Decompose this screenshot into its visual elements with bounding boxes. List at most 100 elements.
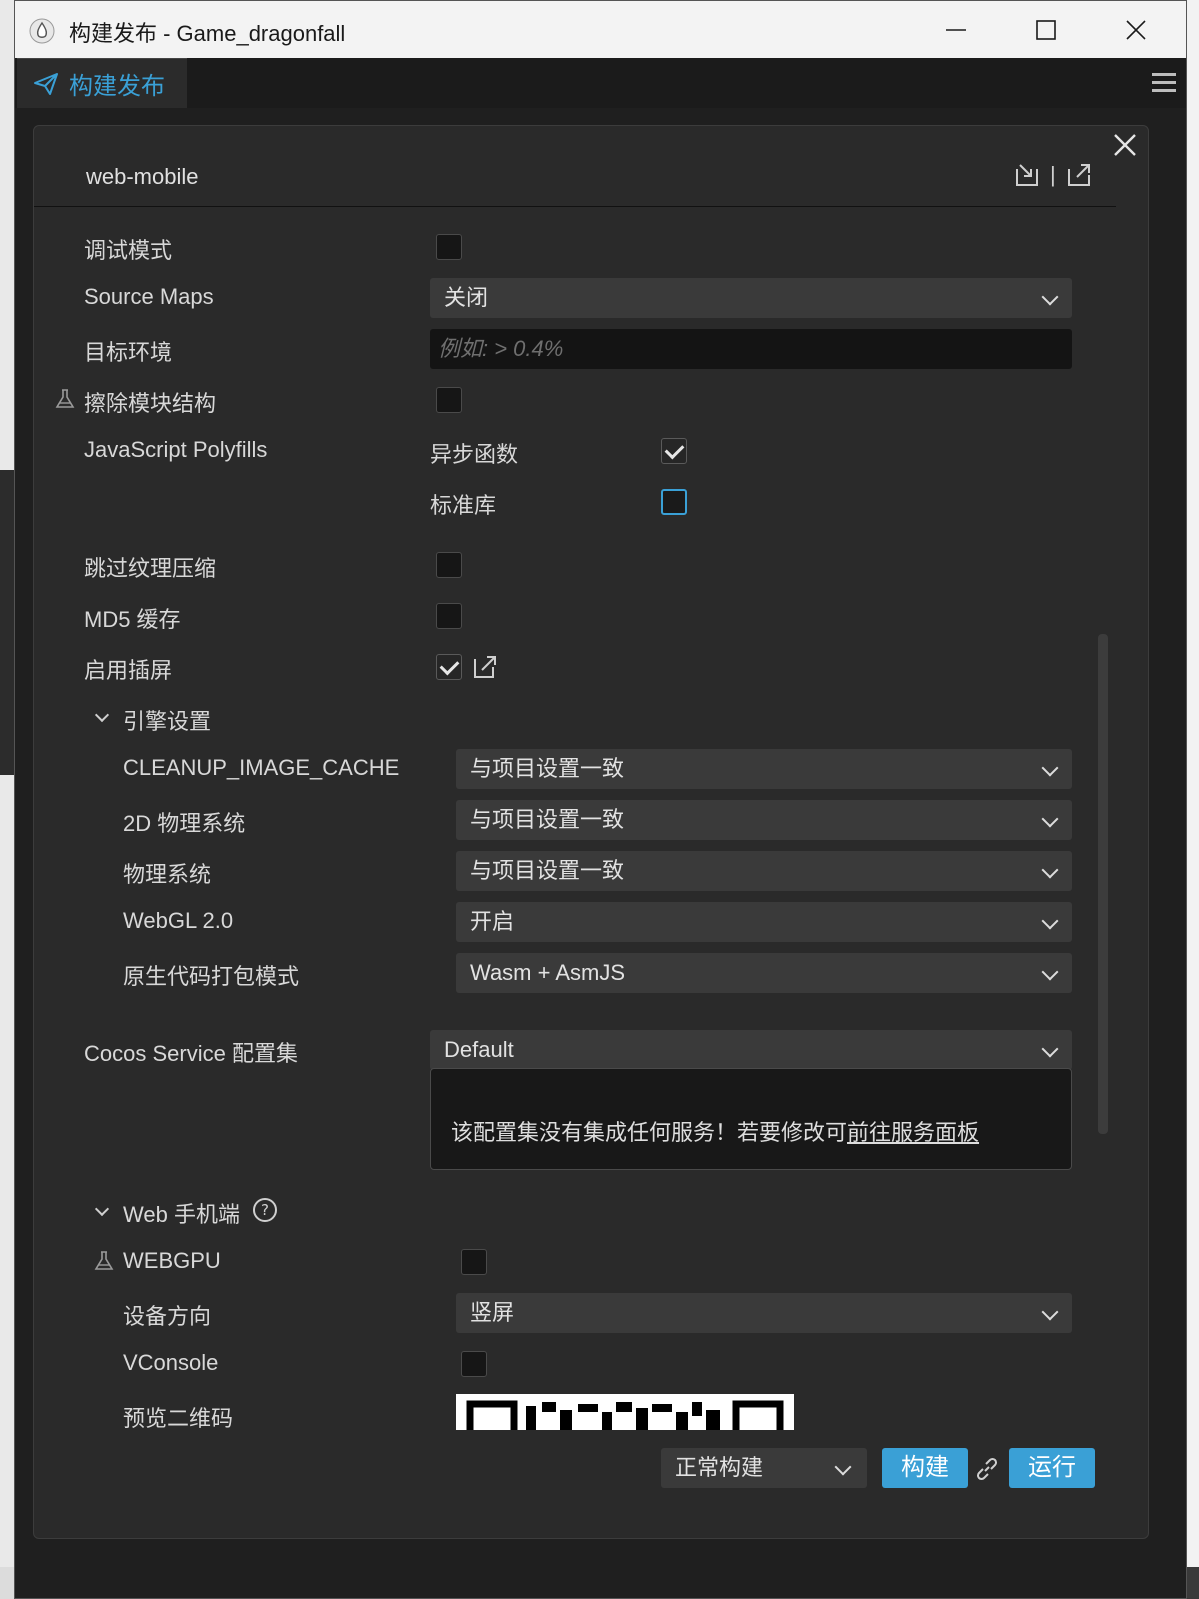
maximize-icon — [1036, 19, 1056, 40]
header-divider — [34, 206, 1116, 207]
physics-2d-select[interactable]: 与项目设置一致 — [456, 800, 1072, 840]
select-value: Wasm + AsmJS — [470, 960, 626, 985]
engine-row-label: WebGL 2.0 — [123, 908, 234, 933]
debug-mode-label: 调试模式 — [84, 238, 173, 263]
source-maps-label: Source Maps — [84, 284, 214, 309]
background-code-area — [0, 470, 14, 775]
qr-code-image — [466, 1400, 784, 1430]
chevron-down-icon — [1041, 810, 1059, 828]
orientation-select[interactable]: 竖屏 — [456, 1293, 1072, 1333]
select-value: 开启 — [470, 909, 515, 934]
window-close-button[interactable] — [1091, 1, 1181, 58]
orientation-label: 设备方向 — [123, 1304, 212, 1329]
app-logo-icon — [29, 18, 55, 44]
polyfills-label: JavaScript Polyfills — [84, 437, 268, 462]
import-config-icon[interactable] — [1014, 162, 1040, 188]
platform-settings-panel: web-mobile | 调试模式 Source Maps 关闭 目标环境 例如… — [33, 125, 1149, 1539]
minimize-icon — [946, 28, 966, 31]
select-value: 与项目设置一致 — [470, 858, 625, 883]
select-value: Default — [444, 1037, 514, 1062]
erase-modules-label: 擦除模块结构 — [84, 391, 217, 416]
cleanup-image-cache-select[interactable]: 与项目设置一致 — [456, 749, 1072, 789]
target-env-label: 目标环境 — [84, 340, 173, 365]
title-bar: 构建发布 - Game_dragonfall — [15, 1, 1186, 58]
header-separator: | — [1050, 162, 1056, 187]
web-mobile-title[interactable]: Web 手机端 — [123, 1197, 240, 1229]
chevron-down-icon — [834, 1458, 852, 1476]
experimental-flask-icon — [55, 389, 75, 408]
chevron-down-icon — [1041, 1040, 1059, 1058]
engine-row-label: 物理系统 — [123, 862, 212, 887]
preview-qr-code — [456, 1394, 794, 1430]
md5-cache-label: MD5 缓存 — [84, 607, 181, 632]
debug-mode-checkbox[interactable] — [436, 234, 462, 260]
run-button[interactable]: 运行 — [1009, 1448, 1095, 1488]
cocos-service-label: Cocos Service 配置集 — [84, 1041, 298, 1066]
close-icon — [1126, 19, 1146, 40]
minimize-button[interactable] — [911, 1, 1001, 58]
window-title: 构建发布 - Game_dragonfall — [69, 21, 346, 46]
build-button[interactable]: 构建 — [882, 1448, 968, 1488]
chevron-down-icon[interactable] — [94, 707, 110, 723]
build-mode-value: 正常构建 — [675, 1455, 764, 1480]
hamburger-menu-icon[interactable] — [1150, 70, 1178, 96]
skip-texture-label: 跳过纹理压缩 — [84, 556, 217, 581]
platform-name: web-mobile — [86, 164, 199, 189]
vconsole-label: VConsole — [123, 1350, 219, 1375]
source-maps-value: 关闭 — [444, 285, 489, 310]
native-code-bundle-select[interactable]: Wasm + AsmJS — [456, 953, 1072, 993]
webgpu-label: WEBGPU — [123, 1248, 221, 1273]
engine-row-label: CLEANUP_IMAGE_CACHE — [123, 755, 400, 780]
tab-build[interactable]: 构建发布 — [17, 58, 187, 108]
select-value: 与项目设置一致 — [470, 756, 625, 781]
physics-system-select[interactable]: 与项目设置一致 — [456, 851, 1072, 891]
splash-label: 启用插屏 — [84, 658, 173, 683]
qr-label: 预览二维码 — [123, 1406, 234, 1431]
engine-row-label: 原生代码打包模式 — [123, 964, 300, 989]
chevron-down-icon — [1041, 963, 1059, 981]
edit-splash-icon[interactable] — [472, 654, 498, 680]
service-message-box: 该配置集没有集成任何服务！若要修改可前往服务面板 — [430, 1068, 1072, 1170]
chevron-down-icon[interactable] — [94, 1201, 110, 1217]
select-value: 与项目设置一致 — [470, 807, 625, 832]
chevron-down-icon — [1041, 759, 1059, 777]
build-mode-select[interactable]: 正常构建 — [661, 1448, 867, 1488]
vconsole-checkbox[interactable] — [461, 1351, 487, 1377]
chevron-down-icon — [1041, 288, 1059, 306]
panel-scrollbar[interactable] — [1098, 634, 1108, 1134]
source-maps-select[interactable]: 关闭 — [430, 278, 1072, 318]
stdlib-label: 标准库 — [430, 493, 497, 518]
chevron-down-icon — [1041, 912, 1059, 930]
tab-bar: 构建发布 — [15, 58, 1186, 108]
erase-modules-checkbox[interactable] — [436, 387, 462, 413]
async-functions-label: 异步函数 — [430, 442, 519, 467]
paper-plane-icon — [34, 72, 58, 95]
export-config-icon[interactable] — [1066, 162, 1092, 188]
maximize-button[interactable] — [1001, 1, 1091, 58]
tab-build-label: 构建发布 — [69, 73, 165, 100]
build-window: 构建发布 - Game_dragonfall 构建发布 web-mobile |… — [14, 0, 1187, 1599]
chevron-down-icon — [1041, 861, 1059, 879]
service-message-text: 该配置集没有集成任何服务！若要修改可 — [451, 1120, 848, 1145]
service-panel-link[interactable]: 前往服务面板 — [847, 1120, 979, 1145]
cocos-service-select[interactable]: Default — [430, 1030, 1072, 1070]
md5-cache-checkbox[interactable] — [436, 603, 462, 629]
target-env-input[interactable]: 例如: > 0.4% — [430, 329, 1072, 369]
webgl2-select[interactable]: 开启 — [456, 902, 1072, 942]
header-actions: | — [1014, 160, 1092, 190]
background-window — [0, 0, 14, 1599]
experimental-flask-icon — [94, 1251, 114, 1270]
chevron-down-icon — [1041, 1303, 1059, 1321]
engine-row-label: 2D 物理系统 — [123, 811, 246, 836]
engine-settings-title[interactable]: 引擎设置 — [123, 704, 211, 736]
splash-checkbox[interactable] — [436, 654, 462, 680]
help-icon[interactable]: ? — [253, 1198, 277, 1222]
panel-close-icon[interactable] — [1110, 130, 1140, 160]
link-icon[interactable] — [974, 1456, 1000, 1482]
select-value: 竖屏 — [470, 1300, 515, 1325]
webgpu-checkbox[interactable] — [461, 1249, 487, 1275]
stdlib-checkbox[interactable] — [661, 489, 687, 515]
service-message: 该配置集没有集成任何服务！若要修改可前往服务面板 — [451, 1115, 979, 1147]
skip-texture-checkbox[interactable] — [436, 552, 462, 578]
async-functions-checkbox[interactable] — [661, 438, 687, 464]
